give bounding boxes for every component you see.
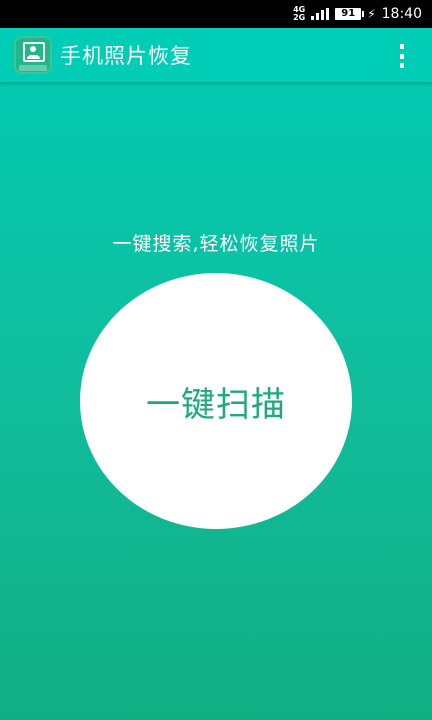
slogan-text: 一键搜索,轻松恢复照片 — [112, 233, 320, 255]
status-bar: 4G 2G 91 ⚡ 18:40 — [0, 0, 432, 28]
bolt-icon: ⚡ — [367, 7, 376, 21]
photo-recovery-app-icon — [14, 36, 52, 74]
network-type-bottom: 2G — [293, 13, 306, 22]
clock: 18:40 — [381, 6, 422, 22]
app-bar: 手机照片恢复 — [0, 28, 432, 82]
network-type-indicator: 4G 2G — [293, 6, 305, 22]
battery-level: 91 — [341, 8, 356, 19]
signal-strength-icon — [311, 8, 330, 20]
scan-button-label: 一键扫描 — [146, 384, 286, 425]
one-click-scan-button[interactable]: 一键扫描 — [80, 273, 352, 529]
overflow-menu-icon[interactable] — [398, 44, 406, 68]
battery-icon: 91 — [335, 8, 365, 20]
app-title: 手机照片恢复 — [60, 44, 192, 68]
